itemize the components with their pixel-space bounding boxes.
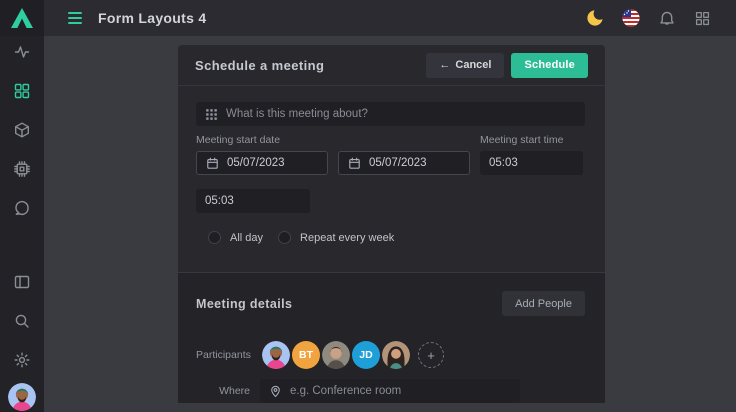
- meeting-about-input[interactable]: [226, 108, 576, 120]
- start-date-label: Meeting start date: [196, 134, 328, 147]
- where-row: Where: [196, 379, 585, 403]
- user-avatar[interactable]: [8, 383, 36, 411]
- page-title: Form Layouts 4: [98, 10, 206, 26]
- menu-toggle-icon[interactable]: [68, 12, 82, 24]
- schedule-button[interactable]: Schedule: [511, 53, 588, 78]
- illustration-man-avatar: [262, 341, 290, 369]
- participant-avatar-jd[interactable]: JD: [352, 341, 380, 369]
- apps-grid-icon[interactable]: [693, 9, 712, 28]
- repeat-weekly-checkbox[interactable]: Repeat every week: [278, 231, 394, 244]
- language-us-flag-icon[interactable]: [621, 9, 640, 28]
- calendar-icon: [348, 157, 361, 170]
- illustration-man-avatar: [8, 383, 36, 411]
- meeting-details-section: Meeting details Add People Participants: [178, 272, 605, 403]
- meeting-about-field[interactable]: [196, 102, 585, 126]
- where-input[interactable]: [290, 385, 511, 397]
- cancel-button[interactable]: ← Cancel: [426, 53, 504, 78]
- start-time-field[interactable]: [480, 151, 583, 175]
- photo-woman-avatar: [382, 341, 410, 369]
- back-arrow-icon: ←: [439, 59, 450, 71]
- repeat-weekly-label: Repeat every week: [300, 232, 394, 244]
- where-field[interactable]: [260, 379, 520, 403]
- topbar: Form Layouts 4: [44, 0, 736, 36]
- card-title: Schedule a meeting: [195, 58, 426, 73]
- end-time-input[interactable]: [205, 195, 301, 207]
- checkbox-circle[interactable]: [208, 231, 221, 244]
- meeting-details-title: Meeting details: [196, 297, 502, 311]
- triangle-logo-icon: [10, 7, 34, 29]
- app-logo[interactable]: [0, 0, 44, 36]
- start-time-label: Meeting start time: [480, 134, 583, 147]
- where-label: Where: [196, 385, 250, 397]
- settings-gear-icon[interactable]: [14, 351, 31, 368]
- calendar-icon: [206, 157, 219, 170]
- chat-icon[interactable]: [14, 199, 31, 216]
- notifications-bell-icon[interactable]: [657, 9, 676, 28]
- start-date-input[interactable]: [227, 157, 318, 169]
- participant-avatar[interactable]: [262, 341, 290, 369]
- cube-icon[interactable]: [14, 121, 31, 138]
- app-window: Form Layouts 4: [0, 0, 736, 412]
- end-date-input[interactable]: [369, 157, 460, 169]
- search-icon[interactable]: [14, 312, 31, 329]
- end-time-field[interactable]: [196, 189, 310, 213]
- participants-row: Participants BT: [196, 341, 585, 369]
- meeting-form: Meeting start date Meeting start time: [178, 86, 605, 272]
- layout-icon[interactable]: [14, 273, 31, 290]
- start-date-field[interactable]: [196, 151, 328, 175]
- keypad-icon: [205, 108, 218, 121]
- end-date-field[interactable]: [338, 151, 470, 175]
- cancel-label: Cancel: [455, 59, 491, 71]
- participant-avatar[interactable]: [382, 341, 410, 369]
- page-content: Schedule a meeting ← Cancel Schedule: [44, 36, 736, 412]
- all-day-label: All day: [230, 232, 263, 244]
- participant-avatar[interactable]: [322, 341, 350, 369]
- location-pin-icon: [269, 385, 282, 398]
- participant-avatar-bt[interactable]: BT: [292, 341, 320, 369]
- start-time-input[interactable]: [489, 157, 574, 169]
- add-participant-button[interactable]: +: [418, 342, 444, 368]
- dark-mode-moon-icon[interactable]: [585, 9, 604, 28]
- card-header: Schedule a meeting ← Cancel Schedule: [178, 45, 605, 86]
- photo-man-avatar: [322, 341, 350, 369]
- schedule-meeting-card: Schedule a meeting ← Cancel Schedule: [178, 45, 605, 403]
- grid-icon[interactable]: [14, 82, 31, 99]
- checkbox-circle[interactable]: [278, 231, 291, 244]
- cpu-icon[interactable]: [14, 160, 31, 177]
- sidebar: [0, 0, 44, 412]
- activity-icon[interactable]: [14, 43, 31, 60]
- all-day-checkbox[interactable]: All day: [208, 231, 263, 244]
- participants-label: Participants: [196, 349, 250, 361]
- add-people-button[interactable]: Add People: [502, 291, 585, 316]
